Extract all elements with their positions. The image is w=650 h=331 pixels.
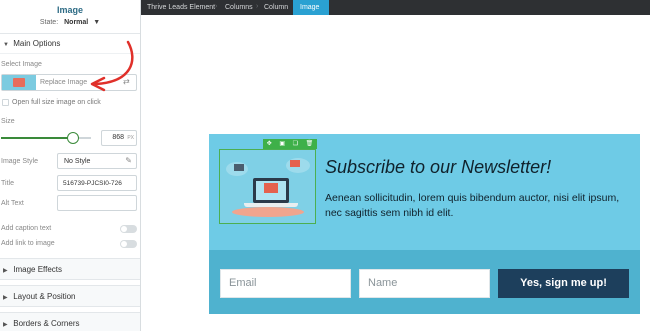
newsletter-title[interactable]: Subscribe to our Newsletter! xyxy=(325,157,551,178)
size-slider-fill xyxy=(1,137,73,139)
delete-icon[interactable]: 🗑 xyxy=(306,139,314,149)
section-image-effects[interactable]: ▶ Image Effects xyxy=(0,258,140,280)
ground-shape xyxy=(232,207,304,217)
breadcrumb: Thrive Leads Element › Columns › Column … xyxy=(141,0,650,15)
select-image-label: Select Image xyxy=(1,61,42,68)
swap-icon[interactable]: ⇄ xyxy=(123,77,130,86)
replace-image-button[interactable]: Replace Image xyxy=(40,79,87,86)
title-value: 516739-PJCSI0-726 xyxy=(63,180,122,187)
chevron-right-icon: › xyxy=(215,3,218,10)
envelope-icon xyxy=(264,183,278,193)
state-value: Normal xyxy=(64,19,89,26)
breadcrumb-item[interactable]: Column xyxy=(258,0,288,15)
chevron-down-icon: ▼ xyxy=(93,19,101,26)
image-style-label: Image Style xyxy=(1,158,38,165)
caption-label: Add caption text xyxy=(1,225,52,232)
open-full-size-checkbox[interactable] xyxy=(2,99,9,106)
state-label: State: xyxy=(39,19,59,26)
link-toggle[interactable] xyxy=(120,240,137,248)
panel-title: Image xyxy=(56,5,83,15)
laptop-base xyxy=(244,203,298,207)
title-input[interactable]: 516739-PJCSI0-726 xyxy=(57,175,137,191)
breadcrumb-item[interactable]: Thrive Leads Element xyxy=(141,0,215,15)
image-style-select[interactable]: No Style ✎ xyxy=(57,153,137,169)
email-field[interactable]: Email xyxy=(220,269,351,298)
envelope-icon xyxy=(234,164,244,171)
section-main-options[interactable]: ▼ Main Options xyxy=(0,34,140,54)
panel-header: Image State: Normal ▼ xyxy=(0,0,140,34)
breadcrumb-item-active[interactable]: Image xyxy=(293,0,330,15)
section-layout-label: Layout & Position xyxy=(13,292,76,301)
size-unit: PX xyxy=(127,135,134,141)
section-main-options-label: Main Options xyxy=(13,39,61,48)
size-slider[interactable] xyxy=(1,132,91,144)
caption-toggle[interactable] xyxy=(120,225,137,233)
alt-text-label: Alt Text xyxy=(1,200,24,207)
image-toolbar: ✥ ▣ ❏ 🗑 xyxy=(263,139,317,149)
newsletter-image[interactable] xyxy=(219,149,316,224)
signup-button[interactable]: Yes, sign me up! xyxy=(498,269,629,298)
caret-right-icon: ▶ xyxy=(3,322,8,328)
section-layout-position[interactable]: ▶ Layout & Position xyxy=(0,285,140,307)
breadcrumb-item[interactable]: Columns xyxy=(219,0,253,15)
size-value: 868 xyxy=(112,134,124,141)
newsletter-body[interactable]: Aenean sollicitudin, lorem quis bibendum… xyxy=(325,191,630,221)
size-slider-handle[interactable] xyxy=(67,132,79,144)
open-full-size-label: Open full size image on click xyxy=(12,99,101,106)
sidebar-panel: Image State: Normal ▼ ▼ Main Options Sel… xyxy=(0,0,141,331)
move-icon[interactable]: ✥ xyxy=(267,139,272,149)
copy-icon[interactable]: ❏ xyxy=(293,139,298,149)
name-field[interactable]: Name xyxy=(359,269,490,298)
envelope-icon xyxy=(290,160,300,167)
alt-text-input[interactable] xyxy=(57,195,137,211)
section-image-effects-label: Image Effects xyxy=(13,265,62,274)
caret-right-icon: ▶ xyxy=(3,268,8,274)
title-label: Title xyxy=(1,180,14,187)
section-borders-label: Borders & Corners xyxy=(13,319,80,328)
caret-right-icon: ▶ xyxy=(3,295,8,301)
size-label: Size xyxy=(1,118,15,125)
image-style-value: No Style xyxy=(64,158,91,165)
link-label: Add link to image xyxy=(1,240,55,247)
duplicate-icon[interactable]: ▣ xyxy=(279,139,285,149)
pencil-icon: ✎ xyxy=(125,156,132,165)
size-input[interactable]: 868 PX xyxy=(101,130,137,146)
state-selector[interactable]: State: Normal ▼ xyxy=(0,19,140,26)
caret-down-icon: ▼ xyxy=(3,42,9,48)
image-thumbnail[interactable] xyxy=(2,75,36,90)
section-borders-corners[interactable]: ▶ Borders & Corners xyxy=(0,312,140,331)
